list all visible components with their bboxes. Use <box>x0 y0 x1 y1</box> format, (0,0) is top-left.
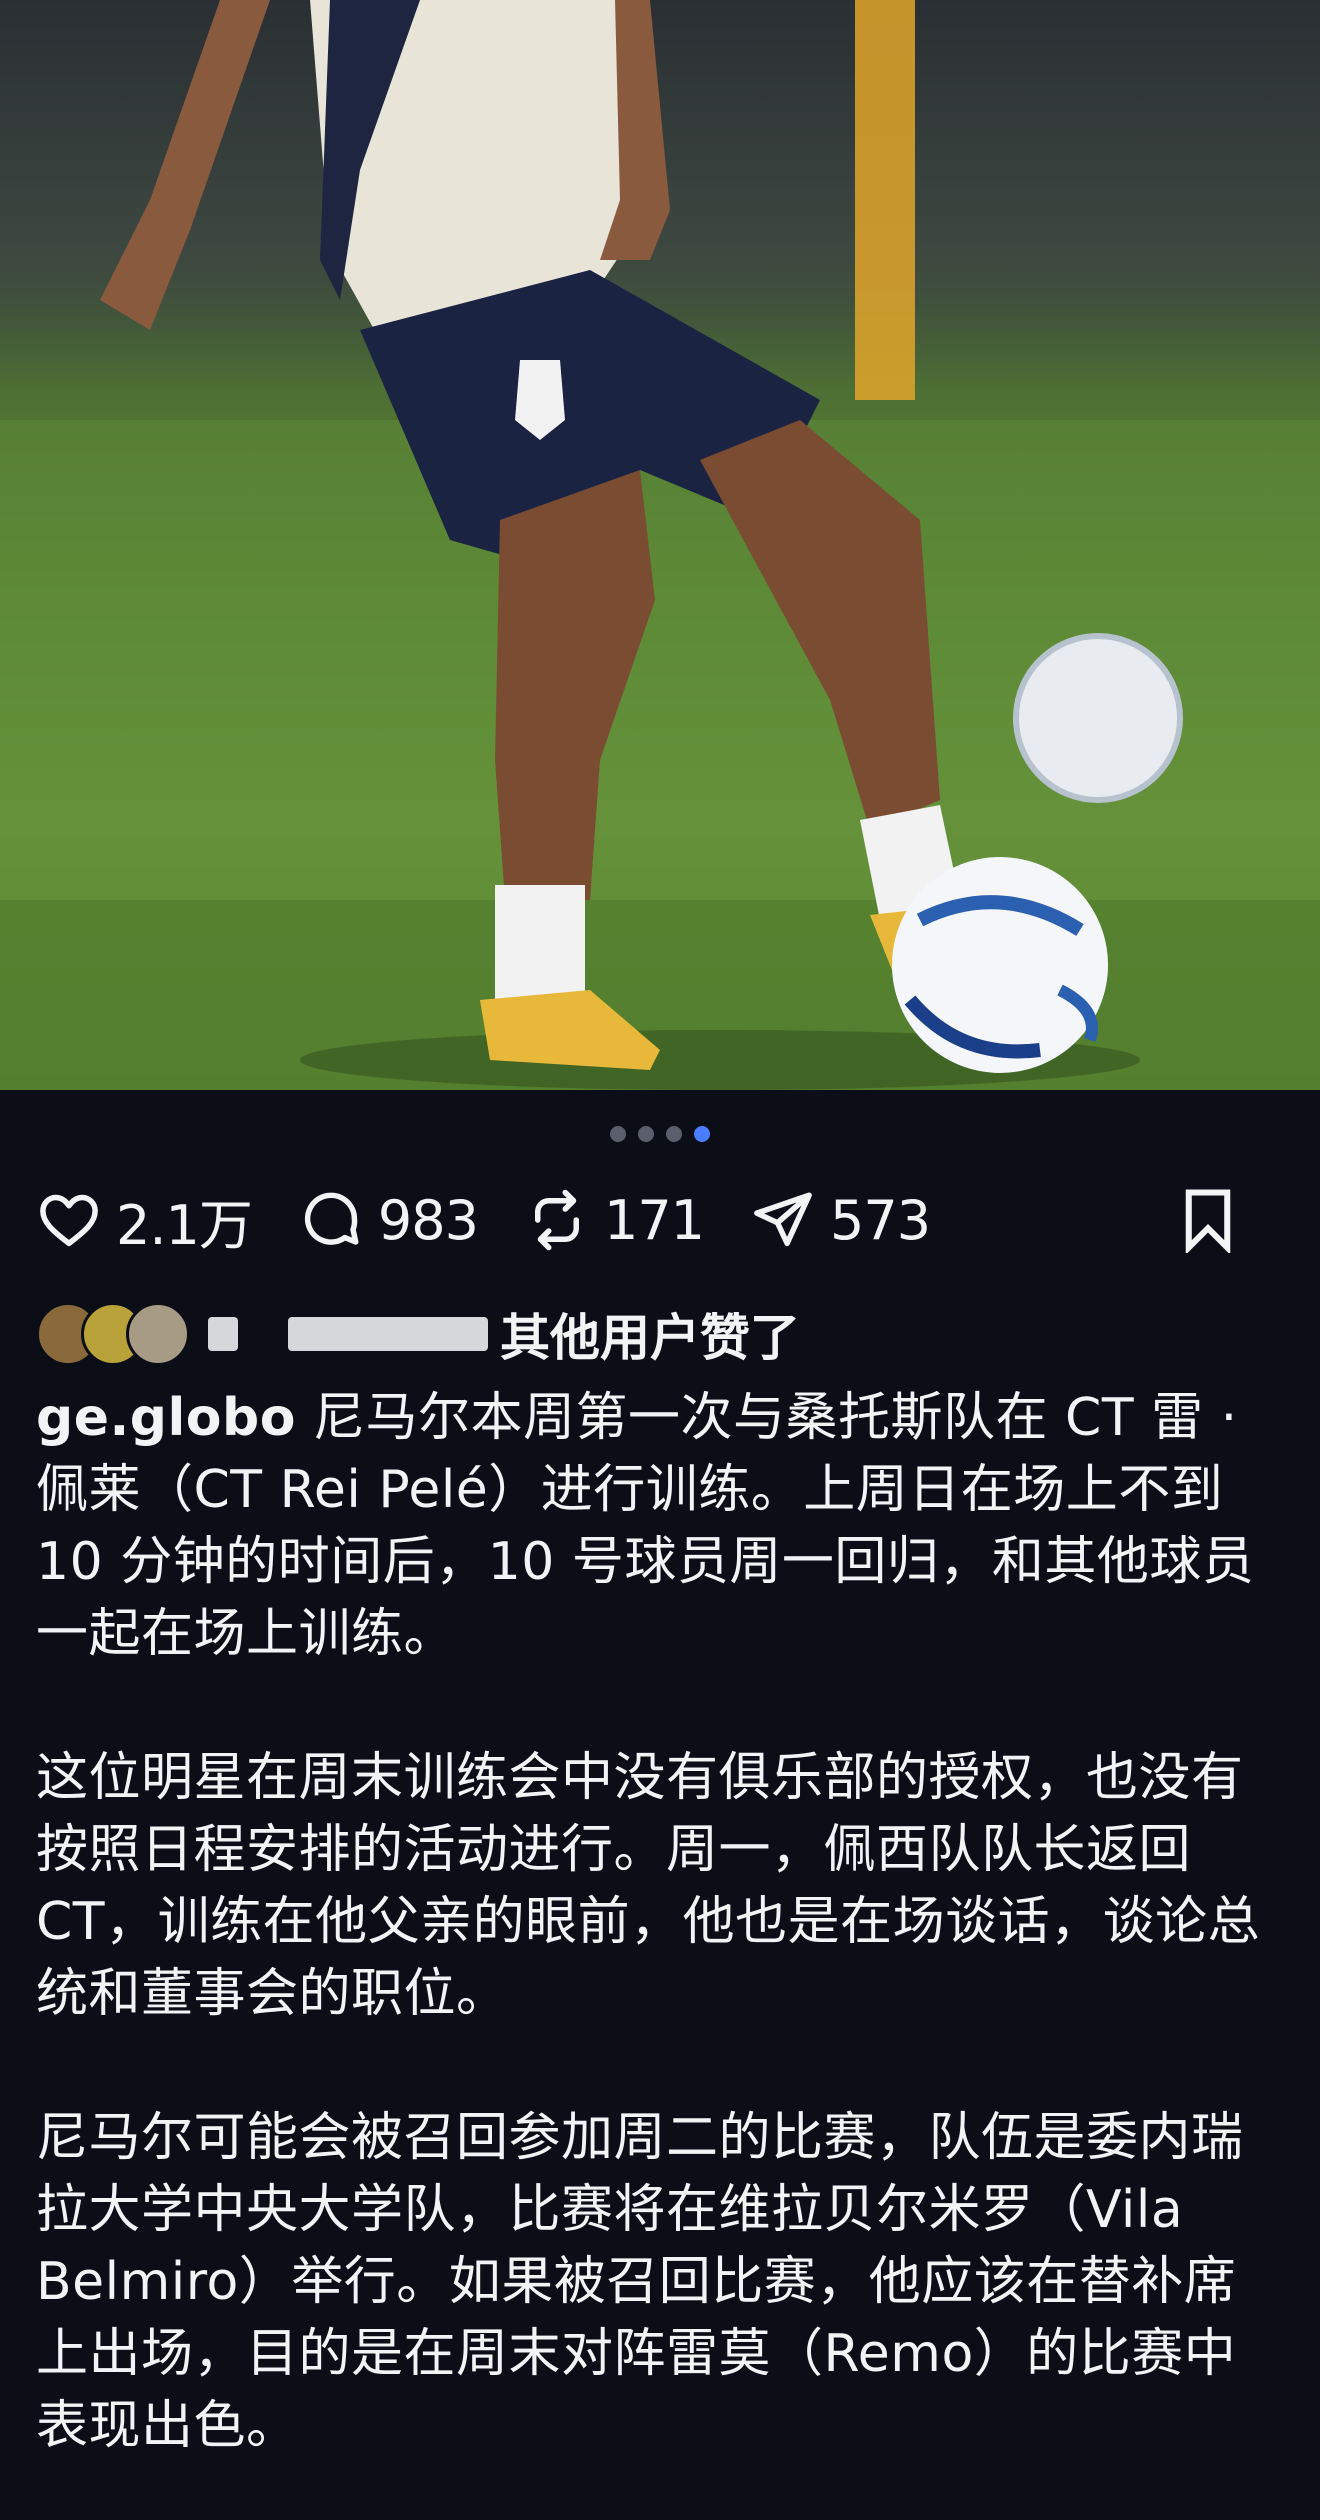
post-photo[interactable] <box>0 0 1320 1090</box>
like-count: 2.1万 <box>116 1193 253 1257</box>
blurred-username <box>288 1317 488 1351</box>
carousel-indicator <box>0 1126 1320 1142</box>
carousel-dot[interactable] <box>638 1126 654 1142</box>
caption-paragraph: 这位明星在周末训练会中没有俱乐部的授权，也没有按照日程安排的活动进行。周一，佩西… <box>36 1748 1261 2024</box>
blurred-username <box>208 1317 238 1351</box>
caption-username[interactable]: ge.globo <box>36 1388 296 1448</box>
liked-by-row[interactable]: 其他用户赞了 <box>36 1298 1284 1370</box>
comment-button[interactable]: 983 <box>298 1187 479 1253</box>
comment-count: 983 <box>377 1188 479 1252</box>
repost-icon <box>534 1189 579 1251</box>
heart-icon <box>40 1194 98 1247</box>
bookmark-icon <box>1185 1189 1231 1253</box>
caption-paragraph: ge.globo 尼马尔本周第一次与桑托斯队在 CT 雷 · 佩莱（CT Rei… <box>36 1382 1286 1670</box>
carousel-dot[interactable] <box>610 1126 626 1142</box>
avatar <box>126 1302 190 1366</box>
carousel-dot-active[interactable] <box>694 1126 710 1142</box>
caption-paragraph: 尼马尔可能会被召回参加周二的比赛，队伍是委内瑞拉大学中央大学队，比赛将在维拉贝尔… <box>36 2108 1244 2456</box>
player-illustration <box>0 0 1320 1090</box>
repost-count: 171 <box>603 1188 705 1252</box>
liker-avatars[interactable] <box>36 1302 196 1366</box>
comment-icon <box>304 1192 359 1245</box>
bookmark-button[interactable] <box>1178 1187 1238 1253</box>
share-icon <box>754 1192 812 1247</box>
carousel-dot[interactable] <box>666 1126 682 1142</box>
post-caption: ge.globo 尼马尔本周第一次与桑托斯队在 CT 雷 · 佩莱（CT Rei… <box>36 1382 1286 2520</box>
repost-button[interactable]: 171 <box>524 1187 705 1253</box>
share-button[interactable]: 573 <box>750 1187 931 1253</box>
share-count: 573 <box>830 1188 931 1252</box>
like-button[interactable]: 2.1万 <box>36 1181 253 1260</box>
action-bar: 2.1万 983 171 573 <box>36 1180 1284 1260</box>
liked-by-text: 其他用户赞了 <box>500 1309 800 1367</box>
